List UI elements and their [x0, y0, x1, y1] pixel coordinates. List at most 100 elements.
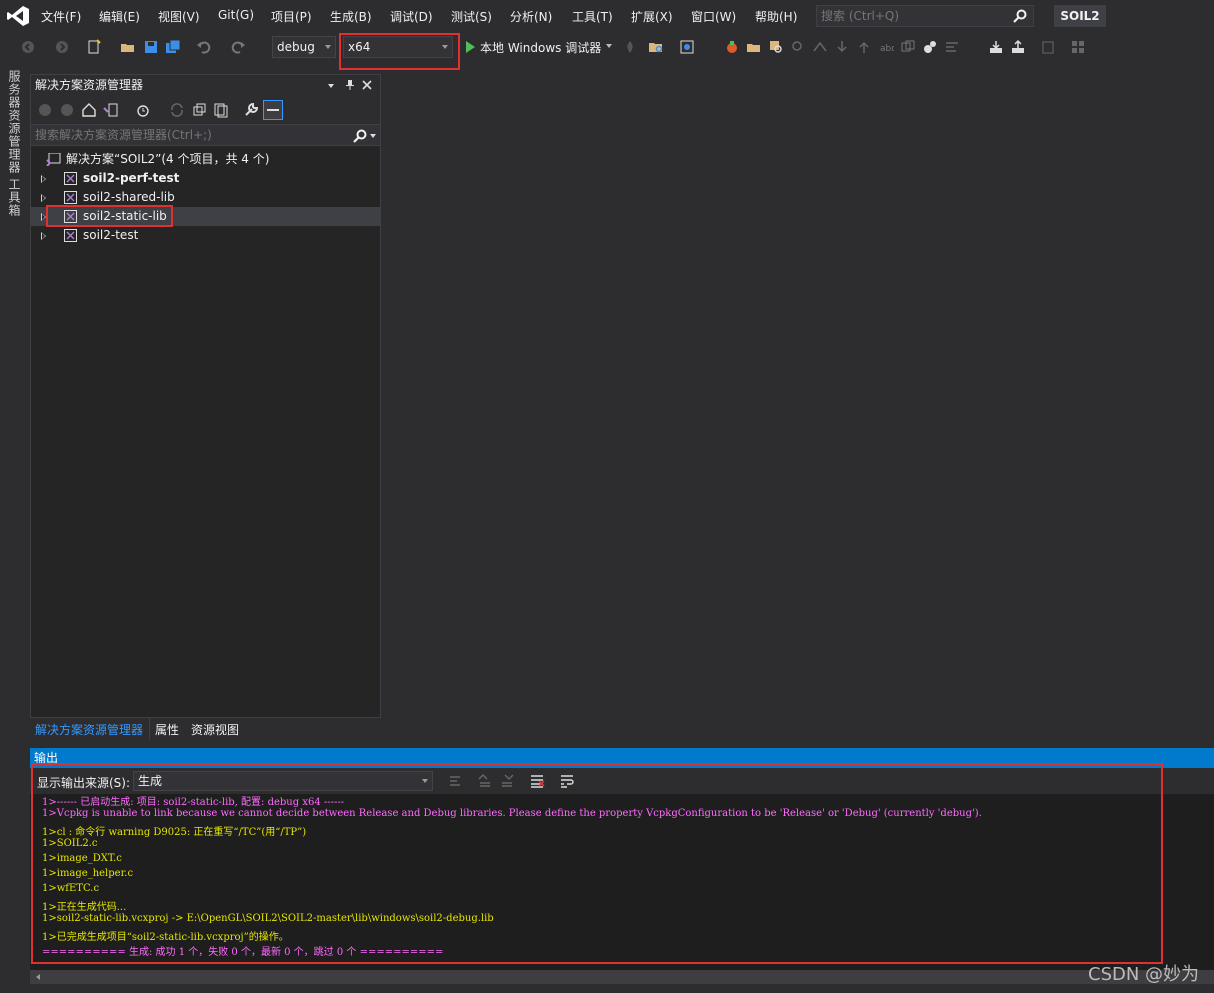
- properties-wrench-icon[interactable]: [243, 102, 259, 118]
- configuration-value: debug: [277, 40, 315, 54]
- menu-file[interactable]: 文件(F): [41, 8, 81, 25]
- zoom-tool-icon[interactable]: [790, 39, 806, 55]
- quick-search-input[interactable]: [817, 6, 1007, 26]
- solution-explorer-search-input[interactable]: [31, 125, 341, 145]
- forward-icon[interactable]: [59, 102, 75, 118]
- browser-link-icon[interactable]: [679, 39, 695, 55]
- static-lib-highlight-box: [46, 205, 173, 227]
- watermark: CSDN @妙为: [1088, 964, 1200, 985]
- hot-reload-icon[interactable]: [622, 39, 638, 55]
- menu-tools[interactable]: 工具(T): [572, 8, 613, 25]
- solution-explorer-tabs: 解决方案资源管理器 属性 资源视图: [30, 718, 381, 740]
- layout-grid-icon[interactable]: [1070, 39, 1086, 55]
- chevron-down-icon[interactable]: [606, 44, 612, 48]
- menu-edit[interactable]: 编辑(E): [99, 8, 140, 25]
- menu-extensions[interactable]: 扩展(X): [631, 8, 673, 25]
- menu-bar: 文件(F) 编辑(E) 视图(V) Git(G) 项目(P) 生成(B) 调试(…: [0, 0, 1214, 33]
- step-into-icon[interactable]: [834, 39, 850, 55]
- project-label: soil2-perf-test: [83, 171, 180, 185]
- publish-icon[interactable]: [988, 39, 1004, 55]
- project-node[interactable]: soil2-test: [31, 226, 380, 245]
- step-out-icon[interactable]: [856, 39, 872, 55]
- scroll-left-icon[interactable]: [36, 974, 40, 980]
- server-explorer-tab[interactable]: 服务器资源管理器: [6, 70, 23, 174]
- chevron-down-icon[interactable]: [328, 84, 334, 88]
- undo-icon[interactable]: [196, 39, 212, 55]
- svg-text:abc: abc: [880, 44, 894, 54]
- expand-arrow-icon[interactable]: [41, 175, 46, 183]
- clipboard-icon[interactable]: [1040, 39, 1056, 55]
- pin-icon[interactable]: [344, 79, 356, 91]
- tab-divider: [149, 718, 150, 740]
- solution-explorer-search[interactable]: [31, 124, 380, 146]
- toggle-bookmark-icon[interactable]: [922, 39, 938, 55]
- menu-build[interactable]: 生成(B): [330, 8, 372, 25]
- collapse-all-icon[interactable]: [191, 102, 207, 118]
- new-project-icon[interactable]: [86, 39, 102, 55]
- find-symbol-icon[interactable]: [768, 39, 784, 55]
- menu-help[interactable]: 帮助(H): [755, 8, 797, 25]
- project-node[interactable]: soil2-perf-test: [31, 169, 380, 188]
- menu-test[interactable]: 测试(S): [451, 8, 492, 25]
- solution-explorer-title-bar: 解决方案资源管理器: [31, 75, 380, 96]
- side-tool-tabs: 服务器资源管理器 工具箱: [0, 66, 28, 746]
- bottom-tab-strip: [30, 984, 1214, 993]
- save-icon[interactable]: [143, 39, 159, 55]
- preview-icon: [267, 109, 279, 111]
- start-debug-icon[interactable]: [462, 39, 478, 55]
- menu-window[interactable]: 窗口(W): [691, 8, 736, 25]
- sync-icon[interactable]: [169, 102, 185, 118]
- home-icon[interactable]: [81, 102, 97, 118]
- solution-explorer-title: 解决方案资源管理器: [35, 78, 144, 92]
- deploy-icon[interactable]: [1010, 39, 1026, 55]
- quick-search-box[interactable]: [816, 5, 1034, 27]
- tab-properties[interactable]: 属性: [155, 721, 179, 738]
- solution-explorer-panel: 解决方案资源管理器 解决方案“SOIL2”(4 个项目，共 4 个) soil2…: [30, 74, 381, 718]
- comment-icon[interactable]: [944, 39, 960, 55]
- step-over-icon[interactable]: [812, 39, 828, 55]
- expand-arrow-icon[interactable]: [41, 194, 46, 202]
- save-all-icon[interactable]: [165, 39, 181, 55]
- menu-project[interactable]: 项目(P): [271, 8, 312, 25]
- platform-highlight-box: [339, 33, 460, 70]
- redo-icon[interactable]: [230, 39, 246, 55]
- navigate-forward-icon[interactable]: [54, 39, 70, 55]
- preview-selected-toggle[interactable]: [263, 100, 283, 120]
- tab-resource-view[interactable]: 资源视图: [191, 721, 239, 738]
- start-debugger-button[interactable]: 本地 Windows 调试器: [480, 39, 601, 56]
- folder-tool-icon[interactable]: [746, 39, 762, 55]
- configuration-dropdown[interactable]: debug: [272, 36, 336, 58]
- output-horizontal-scrollbar[interactable]: [30, 970, 1214, 984]
- solution-icon: [46, 153, 61, 166]
- menu-view[interactable]: 视图(V): [158, 8, 200, 25]
- expand-arrow-icon[interactable]: [41, 232, 46, 240]
- switch-views-icon[interactable]: [103, 102, 119, 118]
- format-icon[interactable]: abc: [878, 39, 894, 55]
- main-toolbar: debug x64 本地 Windows 调试器 abc: [0, 33, 1214, 61]
- cpp-project-icon: [64, 229, 77, 242]
- show-all-files-icon[interactable]: [213, 102, 229, 118]
- find-in-files-icon[interactable]: [648, 39, 664, 55]
- project-label: soil2-test: [83, 228, 139, 242]
- output-highlight-box: [31, 763, 1163, 964]
- navigate-back-icon[interactable]: [20, 39, 36, 55]
- menu-analyze[interactable]: 分析(N): [510, 8, 552, 25]
- open-file-icon[interactable]: [120, 39, 136, 55]
- extract-icon[interactable]: [900, 39, 916, 55]
- menu-git[interactable]: Git(G): [218, 8, 254, 22]
- visual-studio-logo-icon: [7, 6, 29, 26]
- chevron-down-icon: [325, 45, 331, 49]
- solution-node[interactable]: 解决方案“SOIL2”(4 个项目，共 4 个): [31, 150, 380, 169]
- back-icon[interactable]: [37, 102, 53, 118]
- toolbox-tab[interactable]: 工具箱: [6, 178, 23, 217]
- solution-name-badge: SOIL2: [1054, 5, 1106, 27]
- search-icon[interactable]: [1013, 9, 1027, 23]
- chevron-down-icon[interactable]: [370, 134, 376, 138]
- solution-explorer-toolbar: [31, 96, 380, 124]
- menu-debug[interactable]: 调试(D): [390, 8, 433, 25]
- search-icon[interactable]: [353, 129, 367, 143]
- breakpoint-tool-icon[interactable]: [724, 39, 740, 55]
- close-icon[interactable]: [362, 80, 372, 90]
- pending-changes-filter-icon[interactable]: [135, 102, 151, 118]
- tab-solution-explorer[interactable]: 解决方案资源管理器: [35, 721, 143, 738]
